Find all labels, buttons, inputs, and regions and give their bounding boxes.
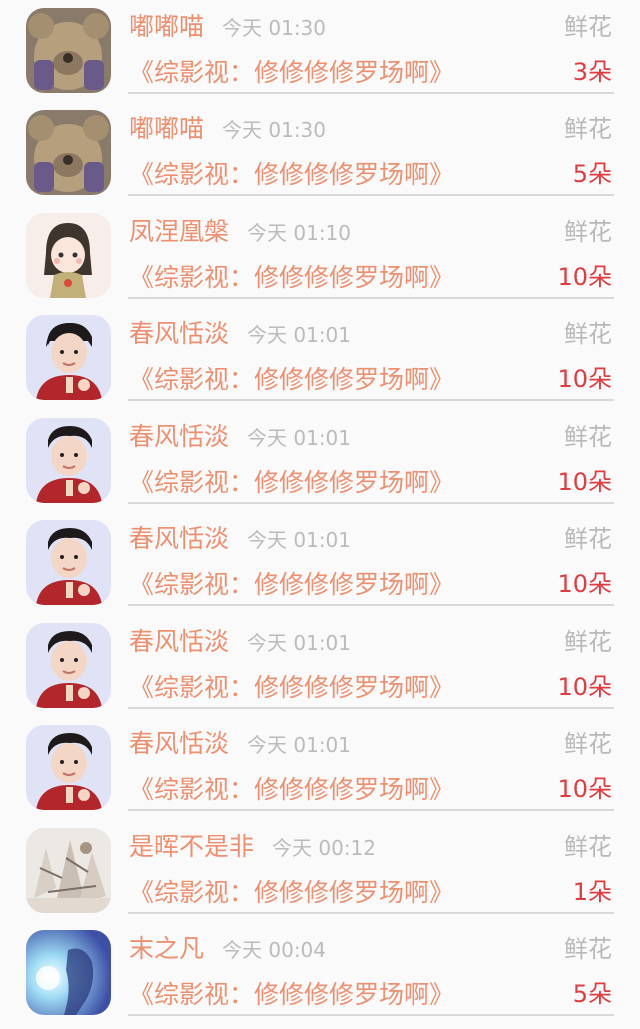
- man-portrait-avatar[interactable]: [26, 315, 111, 400]
- book-title[interactable]: 《综影视：修修修修罗场啊》: [129, 158, 454, 192]
- row-divider: [128, 707, 614, 709]
- book-title[interactable]: 《综影视：修修修修罗场啊》: [129, 261, 454, 295]
- row-divider: [128, 194, 614, 196]
- gift-count: 10朵: [557, 570, 612, 598]
- gift-count: 10朵: [557, 468, 612, 496]
- book-title[interactable]: 《综影视：修修修修罗场啊》: [129, 363, 454, 397]
- user-name[interactable]: 春风恬淡 今天 01:01: [129, 727, 351, 762]
- user-name[interactable]: 春风恬淡 今天 01:01: [129, 317, 351, 352]
- bear-avatar[interactable]: [26, 8, 111, 93]
- gift-record-row[interactable]: 嘟嘟喵 今天 01:30 鲜花 《综影视：修修修修罗场啊》 3朵: [0, 0, 640, 102]
- man-portrait-avatar[interactable]: [26, 520, 111, 605]
- row-divider: [128, 502, 614, 504]
- gift-count: 10朵: [557, 263, 612, 291]
- user-name[interactable]: 春风恬淡 今天 01:01: [129, 522, 351, 557]
- man-portrait-avatar[interactable]: [26, 418, 111, 503]
- anime-girl-avatar[interactable]: [26, 213, 111, 298]
- gift-time: 今天 01:01: [247, 528, 352, 552]
- gift-time: 今天 01:01: [247, 323, 352, 347]
- book-title[interactable]: 《综影视：修修修修罗场啊》: [129, 773, 454, 807]
- gift-time: 今天 01:01: [247, 733, 352, 757]
- gift-type: 鲜花: [564, 628, 612, 656]
- man-portrait-avatar[interactable]: [26, 725, 111, 810]
- gift-record-row[interactable]: 春风恬淡 今天 01:01 鲜花 《综影视：修修修修罗场啊》 10朵: [0, 717, 640, 819]
- gift-record-row[interactable]: 春风恬淡 今天 01:01 鲜花 《综影视：修修修修罗场啊》 10朵: [0, 512, 640, 614]
- user-name[interactable]: 是晖不是非 今天 00:12: [129, 830, 376, 865]
- gift-record-row[interactable]: 凤涅凰槃 今天 01:10 鲜花 《综影视：修修修修罗场啊》 10朵: [0, 205, 640, 307]
- gift-time: 今天 01:01: [247, 426, 352, 450]
- gift-time: 今天 00:04: [222, 938, 327, 962]
- gift-type: 鲜花: [564, 13, 612, 41]
- book-title[interactable]: 《综影视：修修修修罗场啊》: [129, 671, 454, 705]
- gift-count: 10朵: [557, 775, 612, 803]
- bear-avatar[interactable]: [26, 110, 111, 195]
- gift-count: 3朵: [572, 58, 612, 86]
- gift-count: 10朵: [557, 673, 612, 701]
- gift-count: 1朵: [572, 878, 612, 906]
- gift-time: 今天 00:12: [272, 836, 377, 860]
- gift-type: 鲜花: [564, 115, 612, 143]
- blue-art-avatar[interactable]: [26, 930, 111, 1015]
- user-name[interactable]: 嘟嘟喵 今天 01:30: [129, 112, 326, 147]
- man-portrait-avatar[interactable]: [26, 623, 111, 708]
- gift-type: 鲜花: [564, 730, 612, 758]
- gift-type: 鲜花: [564, 935, 612, 963]
- gift-record-row[interactable]: 是晖不是非 今天 00:12 鲜花 《综影视：修修修修罗场啊》 1朵: [0, 820, 640, 922]
- user-name[interactable]: 凤涅凰槃 今天 01:10: [129, 215, 351, 250]
- gift-time: 今天 01:01: [247, 631, 352, 655]
- user-name[interactable]: 末之凡 今天 00:04: [129, 932, 326, 967]
- row-divider: [128, 92, 614, 94]
- gift-record-row[interactable]: 嘟嘟喵 今天 01:30 鲜花 《综影视：修修修修罗场啊》 5朵: [0, 102, 640, 204]
- book-title[interactable]: 《综影视：修修修修罗场啊》: [129, 466, 454, 500]
- row-divider: [128, 809, 614, 811]
- gift-record-row[interactable]: 春风恬淡 今天 01:01 鲜花 《综影视：修修修修罗场啊》 10朵: [0, 615, 640, 717]
- book-title[interactable]: 《综影视：修修修修罗场啊》: [129, 568, 454, 602]
- row-divider: [128, 1014, 614, 1016]
- gift-count: 5朵: [572, 160, 612, 188]
- book-title[interactable]: 《综影视：修修修修罗场啊》: [129, 56, 454, 90]
- user-name[interactable]: 嘟嘟喵 今天 01:30: [129, 10, 326, 45]
- gift-time: 今天 01:10: [247, 221, 352, 245]
- sketch-art-avatar[interactable]: [26, 828, 111, 913]
- gift-type: 鲜花: [564, 525, 612, 553]
- gift-record-row[interactable]: 末之凡 今天 00:04 鲜花 《综影视：修修修修罗场啊》 5朵: [0, 922, 640, 1024]
- book-title[interactable]: 《综影视：修修修修罗场啊》: [129, 978, 454, 1012]
- gift-time: 今天 01:30: [222, 16, 327, 40]
- user-name[interactable]: 春风恬淡 今天 01:01: [129, 625, 351, 660]
- gift-type: 鲜花: [564, 320, 612, 348]
- gift-type: 鲜花: [564, 218, 612, 246]
- row-divider: [128, 912, 614, 914]
- row-divider: [128, 604, 614, 606]
- gift-count: 10朵: [557, 365, 612, 393]
- book-title[interactable]: 《综影视：修修修修罗场啊》: [129, 876, 454, 910]
- row-divider: [128, 297, 614, 299]
- user-name[interactable]: 春风恬淡 今天 01:01: [129, 420, 351, 455]
- gift-time: 今天 01:30: [222, 118, 327, 142]
- gift-type: 鲜花: [564, 833, 612, 861]
- gift-type: 鲜花: [564, 423, 612, 451]
- row-divider: [128, 399, 614, 401]
- gift-record-row[interactable]: 春风恬淡 今天 01:01 鲜花 《综影视：修修修修罗场啊》 10朵: [0, 307, 640, 409]
- gift-count: 5朵: [572, 980, 612, 1008]
- gift-record-row[interactable]: 春风恬淡 今天 01:01 鲜花 《综影视：修修修修罗场啊》 10朵: [0, 410, 640, 512]
